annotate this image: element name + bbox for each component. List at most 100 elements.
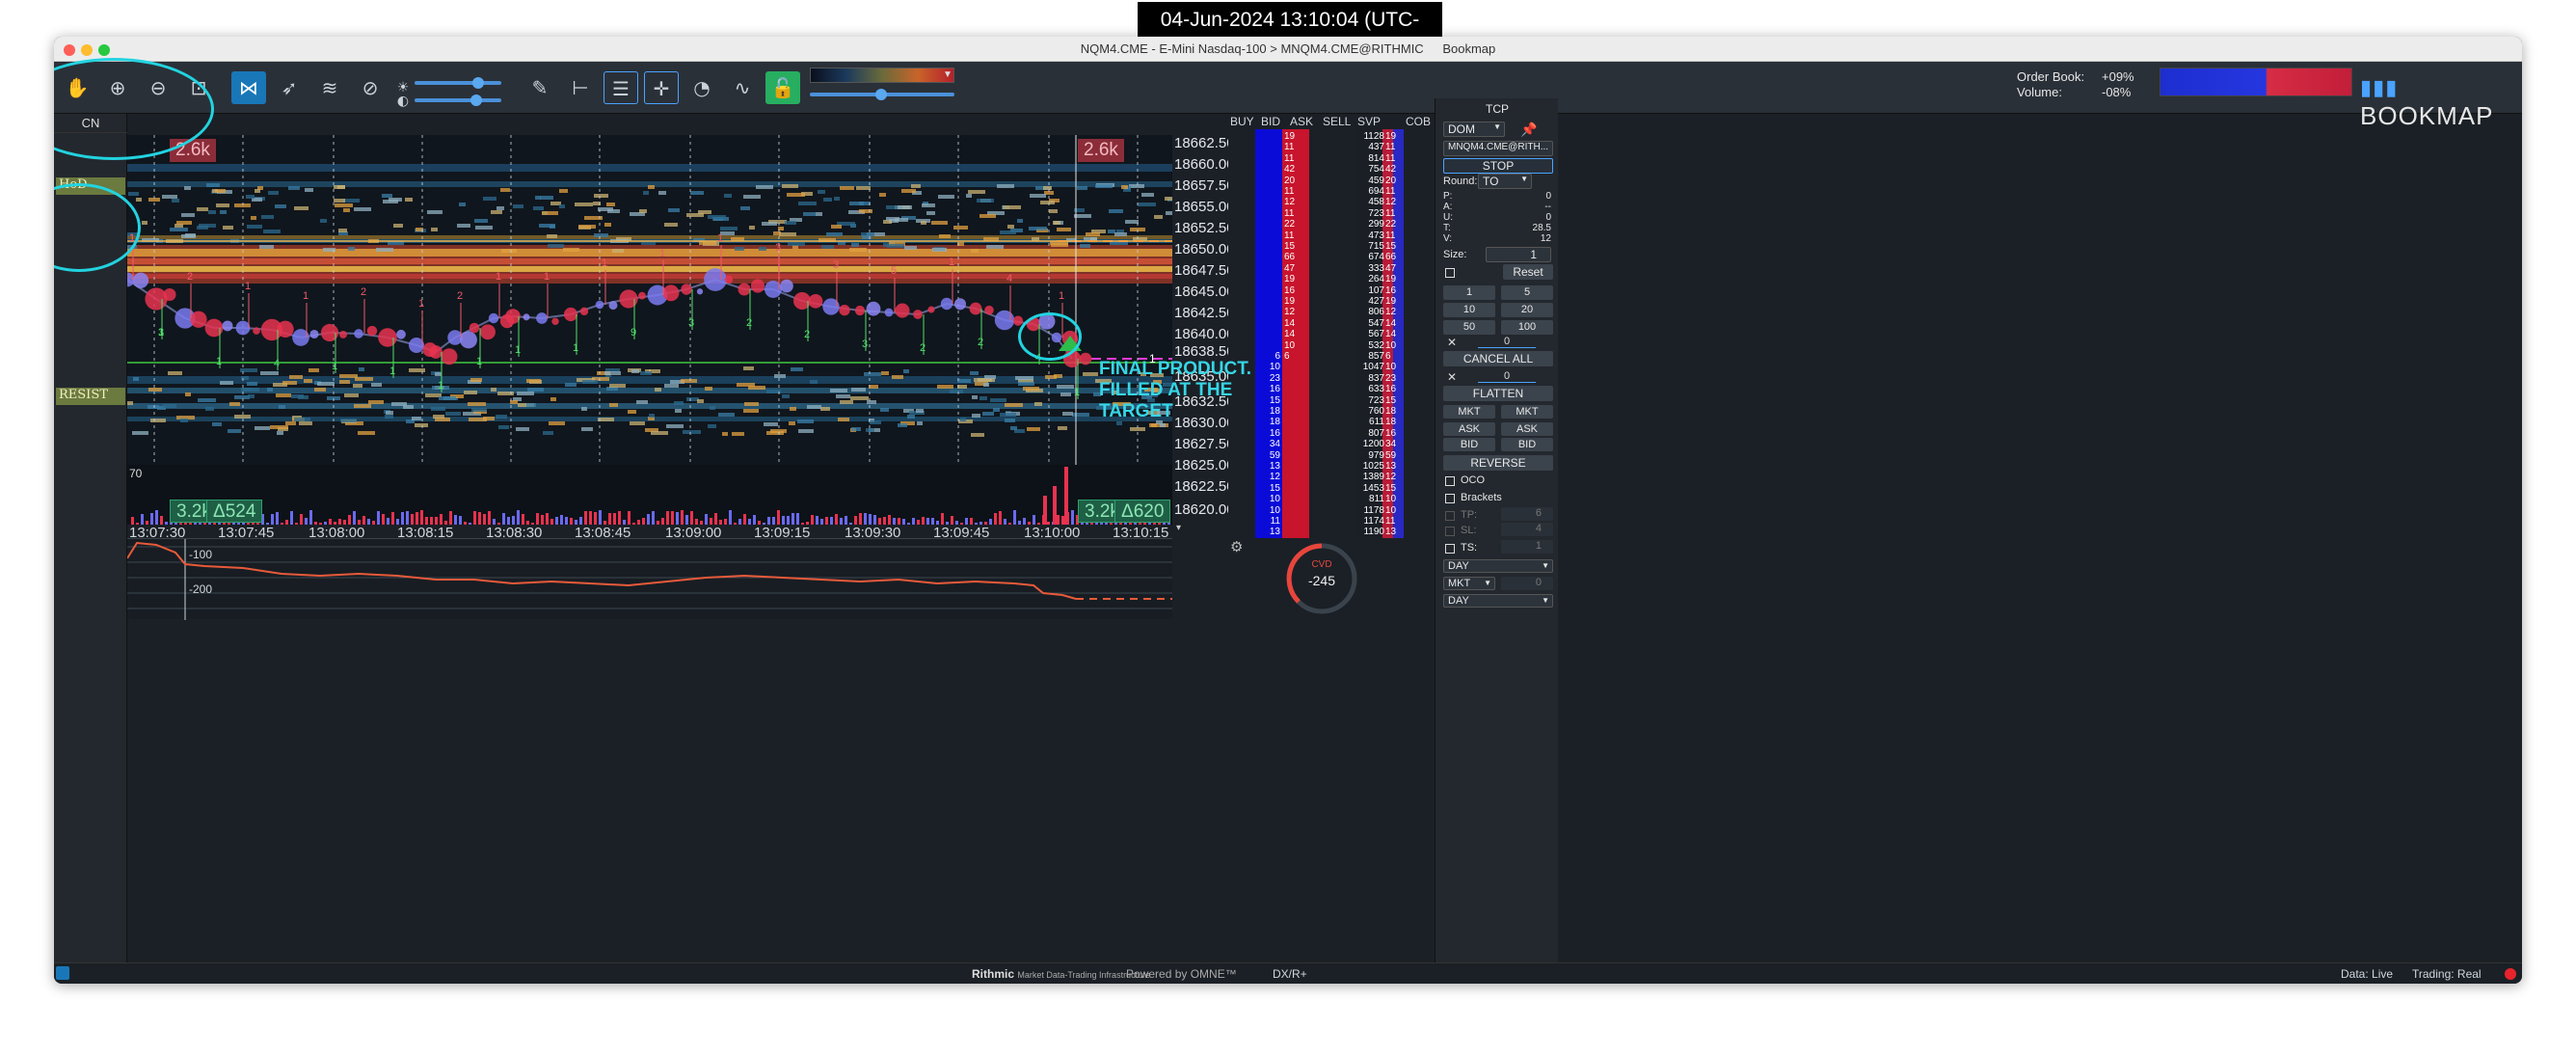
- quantity-button[interactable]: 50: [1443, 320, 1495, 335]
- slider-knob[interactable]: [472, 77, 484, 89]
- cob-value: 14: [1385, 317, 1397, 329]
- tp-checkbox[interactable]: [1445, 511, 1455, 521]
- buy-mkt-button[interactable]: MKT: [1443, 405, 1495, 419]
- pin-icon[interactable]: 📌: [1520, 122, 1537, 138]
- stopwatch-icon[interactable]: ◔: [684, 71, 719, 104]
- slider-knob[interactable]: [875, 89, 887, 100]
- lock-open-icon[interactable]: 🔓: [765, 71, 800, 104]
- time-in-force-select[interactable]: DAY ▼: [1443, 559, 1553, 573]
- rocket-icon[interactable]: ➶: [272, 71, 307, 104]
- liquidity-block: [500, 188, 510, 192]
- order-qty-input[interactable]: 0: [1501, 577, 1553, 590]
- liquidity-block: [864, 372, 881, 376]
- ts-checkbox[interactable]: [1445, 544, 1455, 554]
- liquidity-block: [309, 368, 319, 372]
- layers-icon[interactable]: ≋: [312, 71, 347, 104]
- stop-button[interactable]: STOP: [1443, 158, 1553, 174]
- link-icon[interactable]: ⊘: [353, 71, 388, 104]
- svp-value: 107: [1368, 284, 1384, 296]
- time-in-force-select-2[interactable]: DAY ▼: [1443, 594, 1553, 608]
- price-tick-label: 18645.00: [1174, 284, 1235, 300]
- order-book-values: +09% -08%: [2102, 69, 2134, 100]
- round-select[interactable]: TO ▼: [1478, 174, 1532, 189]
- measure-icon[interactable]: ⊢: [563, 71, 598, 104]
- brackets-checkbox[interactable]: [1445, 494, 1455, 503]
- liquidity-block: [970, 371, 979, 375]
- crosshair-icon[interactable]: ✛: [644, 71, 679, 104]
- liquidity-block: [501, 249, 517, 253]
- quantity-button[interactable]: 5: [1501, 285, 1553, 300]
- liquidity-block: [904, 246, 917, 250]
- flatten-button[interactable]: FLATTEN: [1443, 386, 1553, 401]
- liquidity-block: [277, 431, 283, 435]
- reverse-button[interactable]: REVERSE: [1443, 455, 1553, 471]
- volume-bar: [931, 518, 934, 525]
- dom-select[interactable]: DOM ▼: [1443, 122, 1505, 137]
- buy-bid-button[interactable]: BID: [1443, 438, 1495, 451]
- cancel-all-button[interactable]: CANCEL ALL: [1443, 351, 1553, 366]
- liquidity-band: [127, 164, 1172, 172]
- contrast-slider[interactable]: [415, 95, 501, 106]
- sell-mkt-button[interactable]: MKT: [1501, 405, 1553, 419]
- liquidity-block: [674, 401, 684, 405]
- share-icon[interactable]: ⋈: [231, 71, 266, 104]
- heatmap-slider[interactable]: [810, 89, 954, 100]
- settings-gear-icon[interactable]: ⚙: [1230, 538, 1243, 555]
- chat-icon[interactable]: ☰: [604, 71, 638, 104]
- reset-button[interactable]: Reset: [1503, 264, 1553, 280]
- quantity-button[interactable]: 20: [1501, 303, 1553, 317]
- liquidity-block: [412, 417, 421, 420]
- size-checkbox[interactable]: [1445, 268, 1455, 278]
- liquidity-block: [1083, 372, 1098, 376]
- order-type-select[interactable]: MKT ▼: [1443, 577, 1495, 590]
- resist-label[interactable]: RESIST: [56, 388, 125, 405]
- liquidity-block: [797, 419, 814, 423]
- sell-ask-button[interactable]: ASK: [1501, 422, 1553, 436]
- trade-bubble: [132, 272, 149, 288]
- cvd-line: [126, 541, 1077, 600]
- trade-bubble: [536, 312, 548, 324]
- liquidity-block: [243, 388, 259, 392]
- pencil-icon[interactable]: ✎: [523, 71, 557, 104]
- volume-bar: [666, 511, 669, 525]
- cancel-x-icon[interactable]: ✕: [1447, 336, 1457, 349]
- size-input[interactable]: 1: [1486, 247, 1551, 262]
- omne-brand: Powered by OMNE™: [1126, 967, 1237, 981]
- buy-ask-button[interactable]: ASK: [1443, 422, 1495, 436]
- brightness-slider[interactable]: [415, 77, 501, 89]
- oco-checkbox[interactable]: [1445, 476, 1455, 486]
- heatmap-chart[interactable]: 132114112111211111191312323352124411111 …: [127, 135, 1172, 465]
- ask-size: 10: [1284, 339, 1296, 351]
- cob-value: 13: [1385, 527, 1397, 538]
- svp-value: 1047: [1362, 362, 1384, 373]
- slider-knob[interactable]: [470, 95, 482, 106]
- sell-bid-button[interactable]: BID: [1501, 438, 1553, 451]
- sl-checkbox[interactable]: [1445, 527, 1455, 536]
- chevron-down-icon[interactable]: ▼: [943, 69, 953, 80]
- sl-input[interactable]: 4: [1501, 523, 1553, 536]
- rithmic-brand: Rithmic Market Data-Trading Infrastructu…: [972, 967, 1150, 981]
- liquidity-block: [565, 383, 577, 387]
- tp-input[interactable]: 6: [1501, 507, 1553, 521]
- liquidity-block: [223, 226, 233, 230]
- cob-value: 10: [1385, 362, 1397, 373]
- liquidity-block: [581, 407, 587, 411]
- liquidity-block: [559, 204, 565, 208]
- quantity-button[interactable]: 100: [1501, 320, 1553, 335]
- instrument-select[interactable]: MNQM4.CME@RITH...: [1443, 141, 1553, 156]
- indicator-icon[interactable]: ∿: [725, 71, 760, 104]
- ladder-rows[interactable]: 19 1128 19 11 437 11 11 814 11 42 754 42 20 459 20 11 69…: [1228, 114, 1435, 538]
- liquidity-block: [1034, 402, 1042, 406]
- cob-value: 11: [1385, 207, 1396, 219]
- trade-bubble: [429, 345, 443, 359]
- quantity-button[interactable]: 1: [1443, 285, 1495, 300]
- quantity-button[interactable]: 10: [1443, 303, 1495, 317]
- heatmap-color-bar[interactable]: [810, 68, 954, 83]
- trade-bubble: [480, 324, 496, 340]
- liquidity-block: [185, 233, 196, 237]
- flatten-x-icon[interactable]: ✕: [1447, 370, 1457, 384]
- app-corner-icon[interactable]: [56, 966, 69, 980]
- ts-input[interactable]: 1: [1501, 540, 1553, 554]
- liquidity-block: [337, 185, 345, 189]
- chevron-down-icon[interactable]: ▾: [1176, 523, 1181, 533]
